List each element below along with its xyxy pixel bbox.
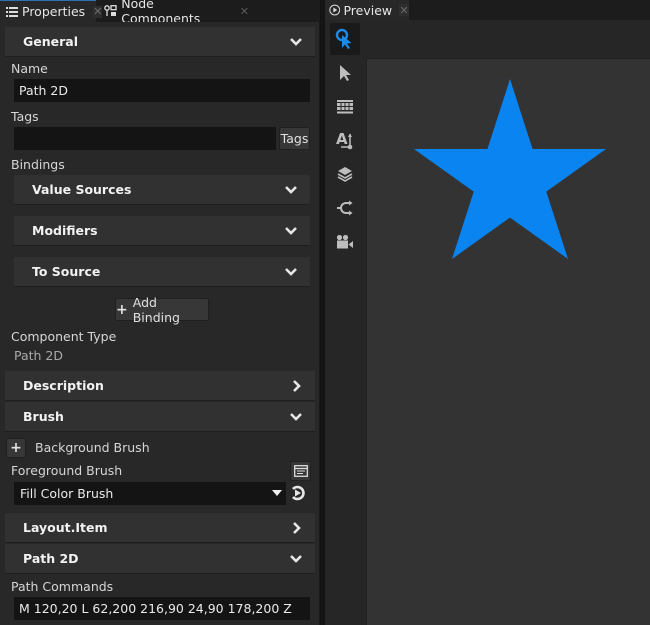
- node-components-icon: [104, 4, 117, 18]
- pointer-click-icon: [335, 28, 352, 49]
- select-value: Fill Color Brush: [20, 486, 114, 501]
- text-align-icon: A: [336, 130, 353, 150]
- tags-input[interactable]: [14, 127, 276, 150]
- camera-tool[interactable]: [330, 226, 360, 258]
- tab-node-components[interactable]: Node Components ✕: [100, 0, 250, 26]
- route-tool[interactable]: [330, 192, 360, 224]
- tab-label: Properties: [22, 4, 86, 19]
- list-icon: [6, 5, 18, 19]
- arrow-pointer-icon: [340, 65, 351, 81]
- preview-toolbar: A: [330, 23, 360, 605]
- properties-body: General Name Tags Tags Bindings Value So…: [0, 22, 320, 625]
- subsection-title: Value Sources: [32, 182, 132, 197]
- section-layout-item[interactable]: Layout.Item: [5, 513, 315, 543]
- name-label: Name: [11, 61, 48, 76]
- add-binding-label: Add Binding: [132, 294, 180, 325]
- tags-button[interactable]: Tags: [279, 127, 310, 150]
- layers-icon: [337, 167, 353, 182]
- chevron-down-icon: [285, 186, 297, 194]
- reset-icon: [292, 485, 305, 501]
- path-commands-input[interactable]: [14, 597, 310, 620]
- preview-body: A: [325, 20, 650, 625]
- text-tool[interactable]: A: [330, 124, 360, 156]
- add-background-brush-button[interactable]: +: [6, 438, 26, 458]
- bindings-value-sources[interactable]: Value Sources: [14, 175, 310, 205]
- section-title: Path 2D: [23, 551, 79, 566]
- section-title: General: [23, 34, 78, 49]
- chevron-right-icon: [293, 380, 301, 392]
- subsection-title: Modifiers: [32, 223, 98, 238]
- left-tabbar: Properties ✕ Node Components ✕: [0, 0, 320, 26]
- bindings-label: Bindings: [11, 157, 65, 172]
- caret-down-icon: [272, 490, 282, 496]
- foreground-brush-label: Foreground Brush: [11, 463, 123, 478]
- play-icon: [329, 4, 341, 16]
- tags-label: Tags: [11, 109, 39, 124]
- section-title: Layout.Item: [23, 520, 108, 535]
- close-icon[interactable]: ✕: [399, 4, 409, 17]
- section-title: Description: [23, 378, 104, 393]
- section-brush[interactable]: Brush: [5, 402, 315, 432]
- properties-panel: Properties ✕ Node Components ✕ General N…: [0, 0, 320, 625]
- tab-label: Preview: [343, 2, 393, 18]
- grid-tool[interactable]: [330, 91, 360, 123]
- canvas-drawing: [414, 79, 606, 259]
- chevron-down-icon: [285, 227, 297, 235]
- path-commands-label: Path Commands: [11, 579, 114, 594]
- add-binding-button[interactable]: + Add Binding: [115, 295, 209, 325]
- section-general[interactable]: General: [5, 27, 315, 57]
- chevron-down-icon: [290, 555, 302, 563]
- select-tool[interactable]: [330, 57, 360, 89]
- brush-editor-button[interactable]: [290, 461, 311, 481]
- foreground-brush-select[interactable]: Fill Color Brush: [14, 482, 286, 505]
- video-camera-icon: [336, 234, 353, 249]
- preview-canvas[interactable]: [366, 58, 650, 625]
- reset-button[interactable]: [289, 484, 307, 502]
- name-input[interactable]: [14, 79, 310, 102]
- component-type-label: Component Type: [11, 329, 117, 344]
- layers-tool[interactable]: [330, 158, 360, 190]
- tab-properties[interactable]: Properties ✕: [0, 0, 103, 22]
- chevron-down-icon: [290, 38, 302, 46]
- svg-text:A: A: [336, 130, 348, 148]
- app-window: Properties ✕ Node Components ✕ General N…: [0, 0, 650, 625]
- section-title: Brush: [23, 409, 64, 424]
- chevron-right-icon: [293, 522, 301, 534]
- plus-icon: +: [10, 440, 22, 456]
- chevron-down-icon: [290, 413, 302, 421]
- bindings-to-source[interactable]: To Source: [14, 257, 310, 287]
- plus-icon: +: [116, 301, 128, 318]
- grid-icon: [337, 100, 353, 114]
- section-path-2d[interactable]: Path 2D: [5, 544, 315, 574]
- bindings-modifiers[interactable]: Modifiers: [14, 216, 310, 246]
- window-icon: [293, 465, 308, 477]
- component-type-value: Path 2D: [14, 348, 64, 363]
- subsection-title: To Source: [32, 264, 101, 279]
- route-icon: [337, 200, 353, 216]
- chevron-down-icon: [285, 268, 297, 276]
- preview-panel: Preview ✕ A: [325, 0, 650, 625]
- interact-tool[interactable]: [330, 23, 360, 55]
- section-description[interactable]: Description: [5, 371, 315, 401]
- star-shape[interactable]: [414, 79, 606, 259]
- close-icon[interactable]: ✕: [239, 5, 250, 18]
- tab-preview[interactable]: Preview ✕: [325, 0, 409, 20]
- background-brush-label: Background Brush: [35, 440, 150, 455]
